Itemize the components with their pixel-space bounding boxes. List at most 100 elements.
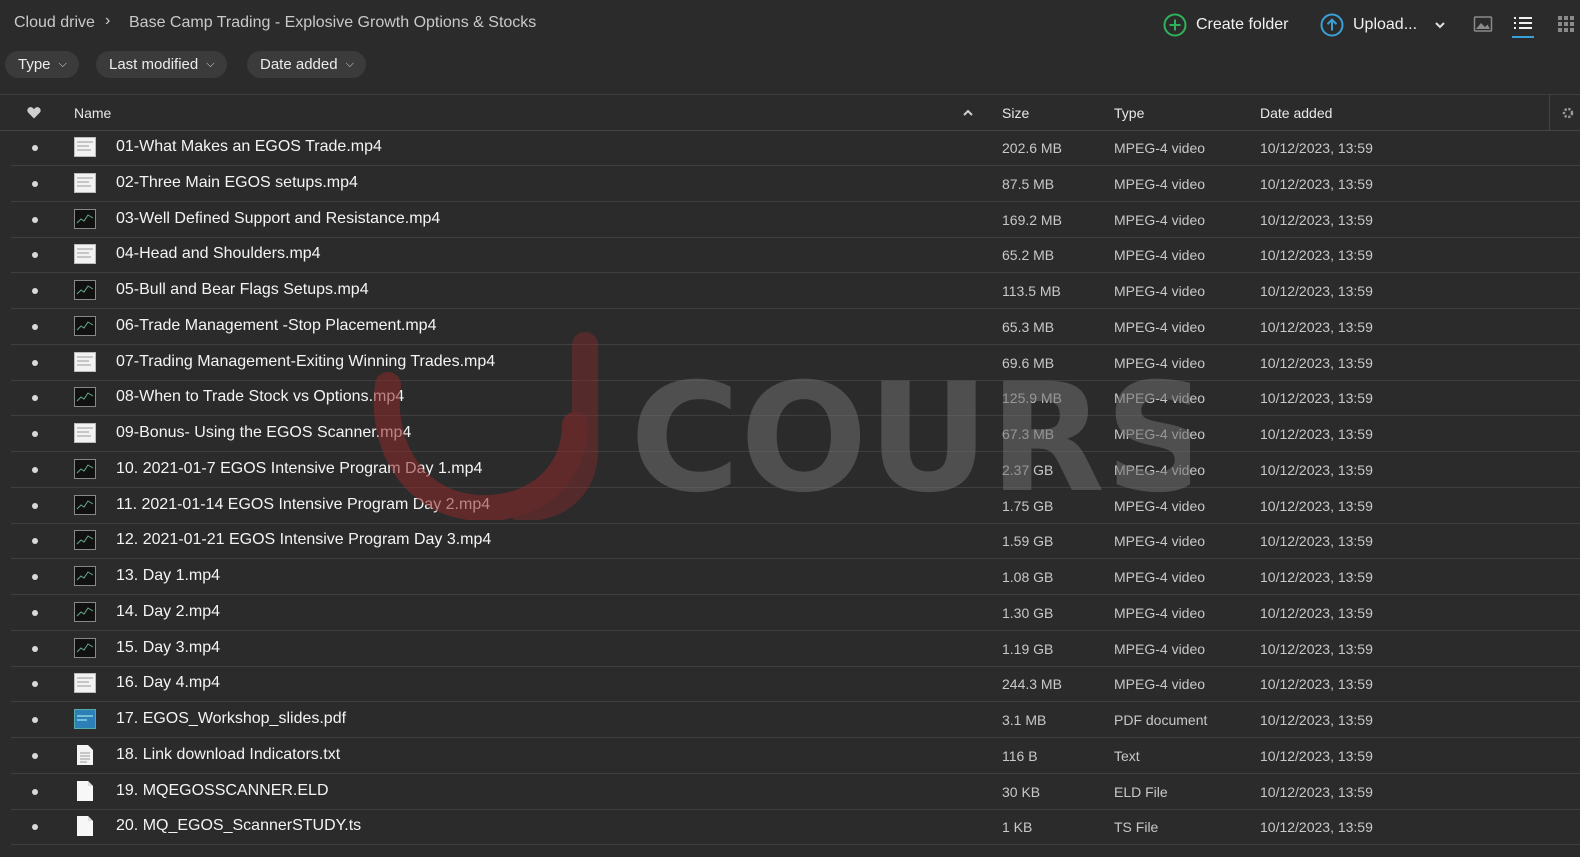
file-thumbnail [74, 386, 96, 408]
row-bullet [32, 288, 38, 294]
table-row[interactable]: 09-Bonus- Using the EGOS Scanner.mp4 67.3… [0, 416, 1580, 452]
file-type: MPEG-4 video [1114, 247, 1206, 264]
file-size: 87.5 MB [1002, 175, 1055, 192]
create-folder-label: Create folder [1196, 16, 1289, 33]
top-bar: Cloud drive › Base Camp Trading - Explos… [0, 0, 1580, 48]
file-thumbnail [74, 136, 96, 158]
file-size: 69.6 MB [1002, 354, 1055, 371]
file-size: 65.2 MB [1002, 247, 1055, 264]
file-size: 202.6 MB [1002, 140, 1062, 156]
file-name: 14. Day 2.mp4 [116, 602, 221, 620]
file-size: 3.1 MB [1002, 712, 1047, 728]
file-name: 20. MQ_EGOS_ScannerSTUDY.ts [116, 817, 362, 835]
file-icon [74, 815, 96, 837]
file-type: PDF document [1114, 712, 1208, 728]
table-row[interactable]: 17. EGOS_Workshop_slides.pdf 3.1 MB PDF do… [0, 702, 1580, 738]
column-settings-icon[interactable] [1561, 106, 1575, 120]
thumbnail-view-icon[interactable] [1473, 14, 1493, 34]
file-thumbnail [74, 315, 96, 337]
type-column-header[interactable]: Type [1114, 105, 1144, 121]
breadcrumb-root[interactable]: Cloud drive [14, 14, 95, 32]
file-size: 169.2 MB [1002, 211, 1062, 228]
breadcrumb-separator: › [105, 12, 111, 29]
table-row[interactable]: 02-Three Main EGOS setups.mp4 87.5 MB MPEG… [0, 166, 1580, 202]
file-size: 1.30 GB [1002, 604, 1054, 621]
file-type: MPEG-4 video [1114, 426, 1206, 442]
file-size: 125.9 MB [1002, 390, 1062, 407]
file-date-added: 10/12/2023, 13:59 [1260, 747, 1373, 764]
file-size: 65.3 MB [1002, 318, 1055, 335]
file-type: MPEG-4 video [1114, 390, 1206, 407]
table-row[interactable]: 01-What Makes an EGOS Trade.mp4 202.6 MB M… [0, 130, 1580, 166]
table-row[interactable]: 05-Bull and Bear Flags Setups.mp4 113.5 M… [0, 273, 1580, 309]
row-bullet [32, 359, 38, 366]
type-filter[interactable]: Type ⌵ [5, 51, 79, 78]
file-type: MPEG-4 video [1114, 497, 1206, 514]
file-date-added: 10/12/2023, 13:59 [1260, 533, 1373, 550]
table-row[interactable]: 16. Day 4.mp4 244.3 MB MPEG-4 video 10/12/2… [0, 666, 1580, 703]
table-row[interactable]: 04-Head and Shoulders.mp4 65.2 MB MPEG-4 v… [0, 237, 1580, 274]
size-column-header[interactable]: Size [1002, 105, 1029, 121]
table-row[interactable]: 20. MQ_EGOS_ScannerSTUDY.ts 1 KB TS File 10… [0, 809, 1580, 846]
file-type: MPEG-4 video [1114, 318, 1206, 335]
favourite-heart-icon[interactable] [27, 106, 41, 119]
file-size: 1 KB [1002, 819, 1033, 836]
file-name: 02-Three Main EGOS setups.mp4 [116, 173, 358, 191]
table-row[interactable]: 19. MQEGOSSCANNER.ELD 30 KB ELD File 10/12/… [0, 774, 1580, 810]
table-row[interactable]: 11. 2021-01-14 EGOS Intensive Program Da… [0, 488, 1580, 524]
upload-icon [1320, 13, 1344, 37]
last-modified-filter[interactable]: Last modified ⌵ [96, 51, 227, 78]
table-row[interactable]: 12. 2021-01-21 EGOS Intensive Program Da… [0, 523, 1580, 560]
row-bullet [32, 824, 38, 831]
file-date-added: 10/12/2023, 13:59 [1260, 354, 1373, 371]
file-name: 10. 2021-01-7 EGOS Intensive Program Day… [116, 459, 483, 477]
create-folder-button[interactable]: Create folder [1163, 12, 1289, 38]
date-added-filter-label: Date added [260, 56, 338, 73]
file-name: 03-Well Defined Support and Resistance.m… [116, 209, 441, 227]
file-thumbnail [74, 458, 96, 480]
file-date-added: 10/12/2023, 13:59 [1260, 461, 1373, 478]
column-divider [1549, 95, 1550, 130]
file-date-added: 10/12/2023, 13:59 [1260, 318, 1373, 335]
upload-button[interactable]: Upload... [1320, 12, 1447, 38]
table-row[interactable]: 03-Well Defined Support and Resistance.m… [0, 202, 1580, 238]
chevron-down-icon[interactable] [1433, 18, 1447, 32]
table-row[interactable]: 14. Day 2.mp4 1.30 GB MPEG-4 video 10/12/20… [0, 595, 1580, 631]
date-added-column-header[interactable]: Date added [1260, 105, 1332, 121]
file-name: 05-Bull and Bear Flags Setups.mp4 [116, 281, 369, 298]
file-thumbnail [74, 351, 96, 373]
file-date-added: 10/12/2023, 13:59 [1260, 283, 1373, 299]
file-thumbnail [74, 565, 96, 587]
list-view-icon[interactable] [1512, 14, 1534, 40]
file-name: 18. Link download Indicators.txt [116, 745, 341, 763]
file-thumbnail [74, 172, 96, 194]
row-bullet [32, 609, 38, 616]
file-name: 13. Day 1.mp4 [116, 567, 221, 584]
row-divider [11, 844, 1580, 846]
row-bullet [32, 145, 38, 151]
file-type: MPEG-4 video [1114, 640, 1206, 657]
table-row[interactable]: 15. Day 3.mp4 1.19 GB MPEG-4 video 10/12/20… [0, 631, 1580, 667]
file-size: 1.08 GB [1002, 569, 1054, 585]
name-column-header[interactable]: Name [74, 105, 111, 121]
table-row[interactable]: 10. 2021-01-7 EGOS Intensive Program Day… [0, 452, 1580, 488]
file-type: MPEG-4 video [1114, 533, 1206, 550]
file-date-added: 10/12/2023, 13:59 [1260, 497, 1373, 514]
table-row[interactable]: 07-Trading Management-Exiting Winning Tr… [0, 345, 1580, 381]
sort-ascending-icon[interactable] [962, 108, 974, 118]
file-thumbnail [74, 422, 96, 444]
file-date-added: 10/12/2023, 13:59 [1260, 426, 1373, 442]
file-date-added: 10/12/2023, 13:59 [1260, 712, 1373, 728]
row-bullet [32, 502, 38, 509]
table-row[interactable]: 06-Trade Management -Stop Placement.mp4 6… [0, 309, 1580, 345]
date-added-filter[interactable]: Date added ⌵ [247, 51, 366, 78]
table-row[interactable]: 08-When to Trade Stock vs Options.mp4 125… [0, 380, 1580, 417]
table-row[interactable]: 18. Link download Indicators.txt 116 B Tex… [0, 738, 1580, 774]
grid-view-icon[interactable] [1556, 14, 1576, 34]
row-bullet [32, 752, 38, 759]
table-row[interactable]: 13. Day 1.mp4 1.08 GB MPEG-4 video 10/12/20… [0, 559, 1580, 595]
create-folder-icon [1163, 13, 1187, 37]
file-type: MPEG-4 video [1114, 211, 1206, 228]
file-name: 16. Day 4.mp4 [116, 674, 221, 692]
table-header: Name Size Type Date added [0, 94, 1580, 131]
